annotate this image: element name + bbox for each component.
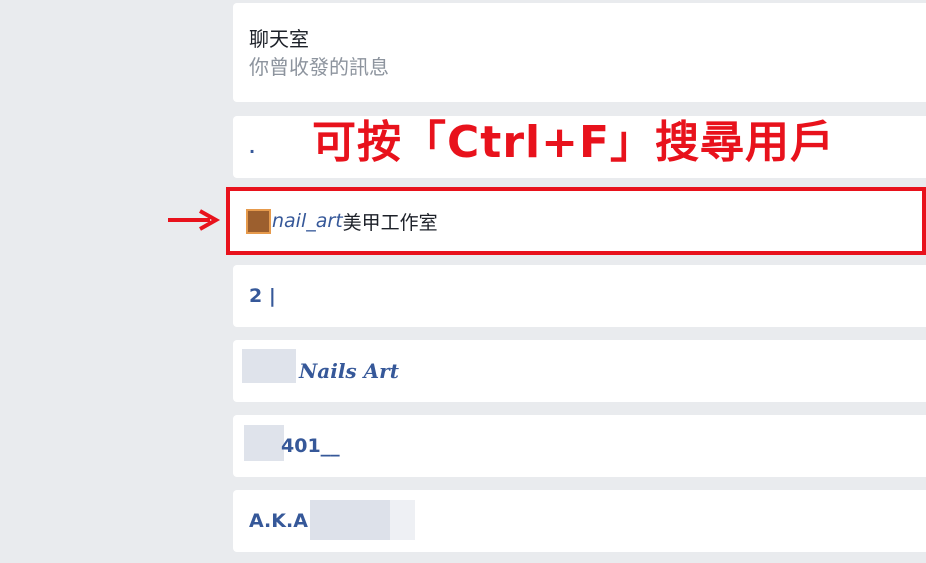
conversation-name: 2 |	[249, 285, 276, 307]
annotation-text: 可按「Ctrl+F」搜尋用戶	[312, 117, 836, 168]
page-title: 聊天室	[249, 27, 309, 51]
page-subtitle: 你曾收發的訊息	[249, 55, 389, 79]
conversation-name: A.K.A	[249, 510, 308, 532]
avatar	[246, 208, 271, 234]
conversation-row[interactable]: 2 |	[233, 265, 926, 327]
redacted-area	[310, 500, 390, 540]
conversation-name: Nails Art	[299, 359, 399, 383]
conversation-name-handle: nail_art	[272, 210, 343, 232]
conversation-name: .	[249, 137, 256, 157]
conversation-name: nail_art 美甲工作室	[246, 191, 438, 251]
arrow-right-icon	[168, 209, 221, 231]
chat-header-card: 聊天室 你曾收發的訊息	[233, 3, 926, 102]
conversation-name: 401__	[281, 435, 340, 457]
conversation-row[interactable]: 401__	[233, 415, 926, 477]
conversation-row[interactable]: A.K.A	[233, 490, 926, 552]
redacted-area	[242, 349, 296, 383]
conversation-row[interactable]: Nails Art	[233, 340, 926, 402]
conversation-name-suffix: 美甲工作室	[342, 211, 438, 234]
redacted-area	[390, 500, 415, 540]
redacted-area	[244, 425, 284, 461]
conversation-row-highlighted[interactable]: nail_art 美甲工作室	[226, 187, 926, 255]
